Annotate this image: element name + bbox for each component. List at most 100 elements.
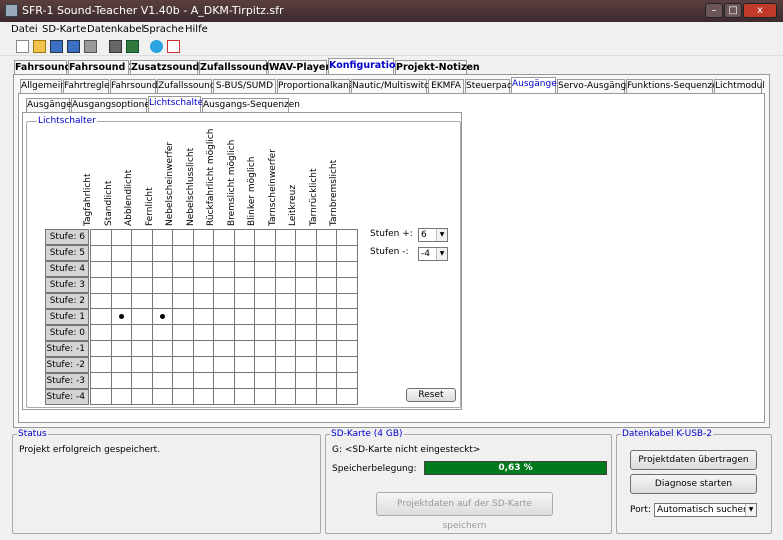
grid-cell[interactable] xyxy=(131,292,153,310)
grid-cell[interactable] xyxy=(295,387,317,405)
grid-cell[interactable] xyxy=(192,244,214,262)
grid-cell[interactable] xyxy=(131,356,153,374)
grid-cell[interactable] xyxy=(233,340,255,358)
tab-ekmfa[interactable]: EKMFA xyxy=(428,79,464,93)
grid-cell[interactable] xyxy=(90,387,112,405)
grid-cell[interactable] xyxy=(336,308,358,326)
grid-cell[interactable] xyxy=(131,308,153,326)
tab-projekt-notizen[interactable]: Projekt-Notizen xyxy=(395,60,480,74)
menu-sd-karte[interactable]: SD-Karte xyxy=(42,24,86,35)
grid-cell[interactable] xyxy=(192,229,214,246)
stufen-plus-select[interactable]: 6 ▼ xyxy=(418,228,448,242)
tab-funktions-sequenzen[interactable]: Funktions-Sequenzen xyxy=(626,79,723,93)
new-file-icon[interactable] xyxy=(16,40,29,53)
grid-cell[interactable] xyxy=(192,324,214,342)
grid-cell[interactable] xyxy=(131,324,153,342)
grid-cell[interactable] xyxy=(90,372,112,389)
grid-cell[interactable] xyxy=(192,372,214,389)
transfer-project-button[interactable]: Projektdaten übertragen xyxy=(630,450,757,470)
grid-cell[interactable] xyxy=(192,356,214,374)
grid-cell[interactable] xyxy=(192,292,214,310)
grid-cell[interactable] xyxy=(151,276,173,294)
grid-cell[interactable] xyxy=(90,356,112,374)
grid-cell[interactable] xyxy=(90,244,112,262)
grid-icon[interactable] xyxy=(109,40,122,53)
grid-cell[interactable] xyxy=(295,356,317,374)
grid-cell[interactable] xyxy=(233,292,255,310)
grid-cell[interactable] xyxy=(336,229,358,246)
grid-cell[interactable] xyxy=(172,387,194,405)
grid-cell[interactable] xyxy=(274,229,296,246)
grid-cell[interactable] xyxy=(254,308,276,326)
grid-cell[interactable] xyxy=(274,292,296,310)
chevron-down-icon[interactable]: ▼ xyxy=(745,504,756,516)
grid-cell[interactable] xyxy=(315,229,337,246)
grid-cell[interactable] xyxy=(336,260,358,278)
grid-cell[interactable] xyxy=(295,292,317,310)
grid-cell[interactable] xyxy=(90,229,112,246)
grid-cell[interactable] xyxy=(151,387,173,405)
tab-zusatzsounds[interactable]: Zusatzsounds xyxy=(130,60,205,74)
grid-cell[interactable] xyxy=(315,372,337,389)
tab-ausgangsoptionen[interactable]: Ausgangsoptionen xyxy=(71,98,156,112)
grid-cell[interactable] xyxy=(336,356,358,374)
grid-cell[interactable] xyxy=(315,356,337,374)
grid-cell[interactable] xyxy=(213,244,235,262)
grid-cell[interactable] xyxy=(213,308,235,326)
tab-sbus-sumd[interactable]: S-BUS/SUMD xyxy=(213,79,276,93)
grid-cell[interactable] xyxy=(336,387,358,405)
grid-cell[interactable] xyxy=(274,260,296,278)
grid-cell[interactable] xyxy=(254,292,276,310)
save-to-sdcard-button[interactable]: Projektdaten auf der SD-Karte speichern xyxy=(376,492,553,531)
grid-cell[interactable] xyxy=(274,308,296,326)
grid-cell[interactable] xyxy=(90,340,112,358)
grid-cell[interactable] xyxy=(151,324,173,342)
grid-cell[interactable] xyxy=(213,292,235,310)
grid-cell[interactable] xyxy=(110,356,132,374)
close-button[interactable]: x xyxy=(743,3,777,18)
grid-cell[interactable] xyxy=(233,324,255,342)
grid-cell[interactable] xyxy=(233,387,255,405)
port-select[interactable]: Automatisch suchen ▼ xyxy=(654,503,757,517)
grid-cell[interactable] xyxy=(131,387,153,405)
save-icon[interactable] xyxy=(50,40,63,53)
grid-cell[interactable] xyxy=(233,260,255,278)
grid-cell[interactable] xyxy=(110,229,132,246)
menu-datei[interactable]: Datei xyxy=(11,24,38,35)
grid-cell[interactable] xyxy=(172,244,194,262)
grid-cell[interactable] xyxy=(213,356,235,374)
grid-cell[interactable] xyxy=(295,308,317,326)
grid-cell[interactable] xyxy=(315,292,337,310)
menu-hilfe[interactable]: Hilfe xyxy=(185,24,208,35)
tab-zufallssound[interactable]: Zufallssound xyxy=(157,79,216,93)
grid-cell[interactable] xyxy=(110,372,132,389)
chevron-down-icon[interactable]: ▼ xyxy=(436,229,447,241)
chevron-down-icon[interactable]: ▼ xyxy=(436,248,447,260)
grid-cell[interactable] xyxy=(110,276,132,294)
grid-cell[interactable] xyxy=(254,340,276,358)
grid-cell[interactable] xyxy=(131,229,153,246)
grid-cell[interactable] xyxy=(295,244,317,262)
tab-fahrtregler[interactable]: Fahrtregler xyxy=(63,79,113,93)
grid-cell[interactable] xyxy=(315,260,337,278)
tab-ausgaenge-sub[interactable]: Ausgänge xyxy=(26,98,72,112)
grid-cell[interactable] xyxy=(151,308,173,326)
tab-fahrsound[interactable]: Fahrsound xyxy=(14,60,71,74)
grid-cell[interactable] xyxy=(131,244,153,262)
grid-cell[interactable] xyxy=(90,324,112,342)
tab-konfiguration[interactable]: Konfiguration xyxy=(328,58,402,74)
grid-cell[interactable] xyxy=(274,356,296,374)
document-icon[interactable] xyxy=(167,40,180,53)
tab-allgemein[interactable]: Allgemein xyxy=(20,79,66,93)
print-icon[interactable] xyxy=(84,40,97,53)
grid-cell[interactable] xyxy=(274,324,296,342)
grid-cell[interactable] xyxy=(192,260,214,278)
grid-cell[interactable] xyxy=(213,387,235,405)
tab-ausgangs-sequenzen[interactable]: Ausgangs-Sequenzen xyxy=(202,98,300,112)
grid-cell[interactable] xyxy=(213,276,235,294)
cable-icon[interactable] xyxy=(126,40,139,53)
grid-cell[interactable] xyxy=(213,324,235,342)
grid-cell[interactable] xyxy=(151,292,173,310)
tab-wav-player[interactable]: WAV-Player xyxy=(268,60,330,74)
grid-cell[interactable] xyxy=(233,244,255,262)
